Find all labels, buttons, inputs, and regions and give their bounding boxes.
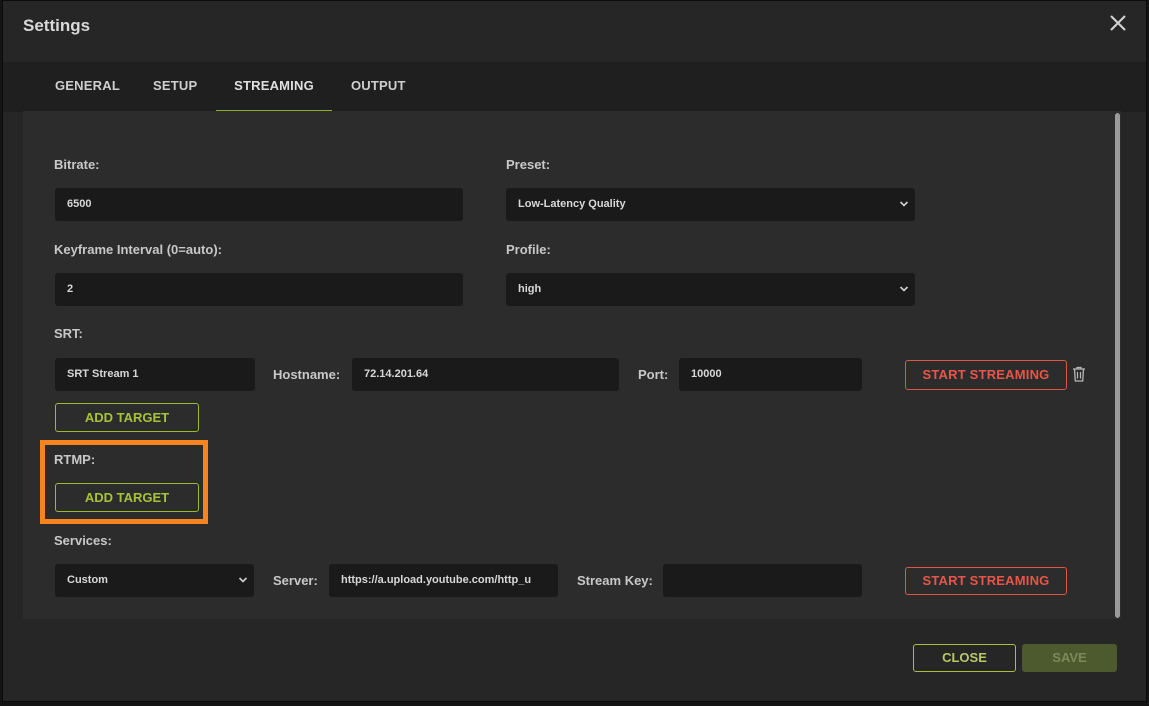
services-select[interactable]: Custom — [55, 564, 254, 597]
dialog-title: Settings — [23, 16, 91, 35]
tab-streaming[interactable]: STREAMING — [216, 62, 332, 112]
profile-label: Profile: — [506, 242, 551, 257]
scrollbar-thumb[interactable] — [1115, 113, 1120, 618]
preset-label: Preset: — [506, 157, 551, 172]
tab-setup[interactable]: SETUP — [153, 62, 197, 110]
tab-bar: GENERAL SETUP STREAMING OUTPUT — [3, 62, 1146, 112]
chevron-down-icon — [238, 564, 248, 597]
services-selected-value: Custom — [67, 574, 108, 586]
tab-general[interactable]: GENERAL — [55, 62, 120, 110]
server-input[interactable]: https://a.upload.youtube.com/http_u — [329, 564, 558, 597]
srt-start-streaming-button[interactable]: START STREAMING — [905, 360, 1067, 390]
rtmp-add-target-button[interactable]: ADD TARGET — [55, 483, 199, 512]
rtmp-section-label: RTMP: — [54, 452, 96, 467]
close-icon[interactable] — [1108, 13, 1128, 33]
save-button[interactable]: SAVE — [1022, 644, 1117, 672]
close-button[interactable]: CLOSE — [913, 644, 1016, 672]
tab-output[interactable]: OUTPUT — [351, 62, 406, 110]
stream-key-label: Stream Key: — [577, 573, 653, 588]
chevron-down-icon — [899, 188, 909, 221]
srt-stream-name-input[interactable]: SRT Stream 1 — [55, 358, 255, 391]
preset-selected-value: Low-Latency Quality — [518, 198, 626, 210]
stream-key-input[interactable] — [663, 564, 862, 597]
title-bar: Settings — [3, 1, 1146, 51]
scrollbar[interactable] — [1115, 113, 1120, 618]
port-input[interactable]: 10000 — [679, 358, 862, 391]
hostname-label: Hostname: — [273, 367, 341, 382]
srt-add-target-button[interactable]: ADD TARGET — [55, 403, 199, 432]
server-label: Server: — [273, 573, 318, 588]
chevron-down-icon — [899, 273, 909, 306]
keyframe-input[interactable]: 2 — [55, 273, 463, 306]
rtmp-start-streaming-button[interactable]: START STREAMING — [905, 567, 1067, 595]
profile-selected-value: high — [518, 283, 542, 295]
keyframe-label: Keyframe Interval (0=auto): — [54, 242, 222, 257]
hostname-input[interactable]: 72.14.201.64 — [352, 358, 619, 391]
services-label: Services: — [54, 533, 112, 548]
trash-icon[interactable] — [1072, 366, 1086, 382]
profile-select[interactable]: high — [506, 273, 915, 306]
srt-section-label: SRT: — [54, 326, 83, 341]
port-label: Port: — [638, 367, 669, 382]
bitrate-label: Bitrate: — [54, 157, 100, 172]
preset-select[interactable]: Low-Latency Quality — [506, 188, 915, 221]
bitrate-input[interactable]: 6500 — [55, 188, 463, 221]
